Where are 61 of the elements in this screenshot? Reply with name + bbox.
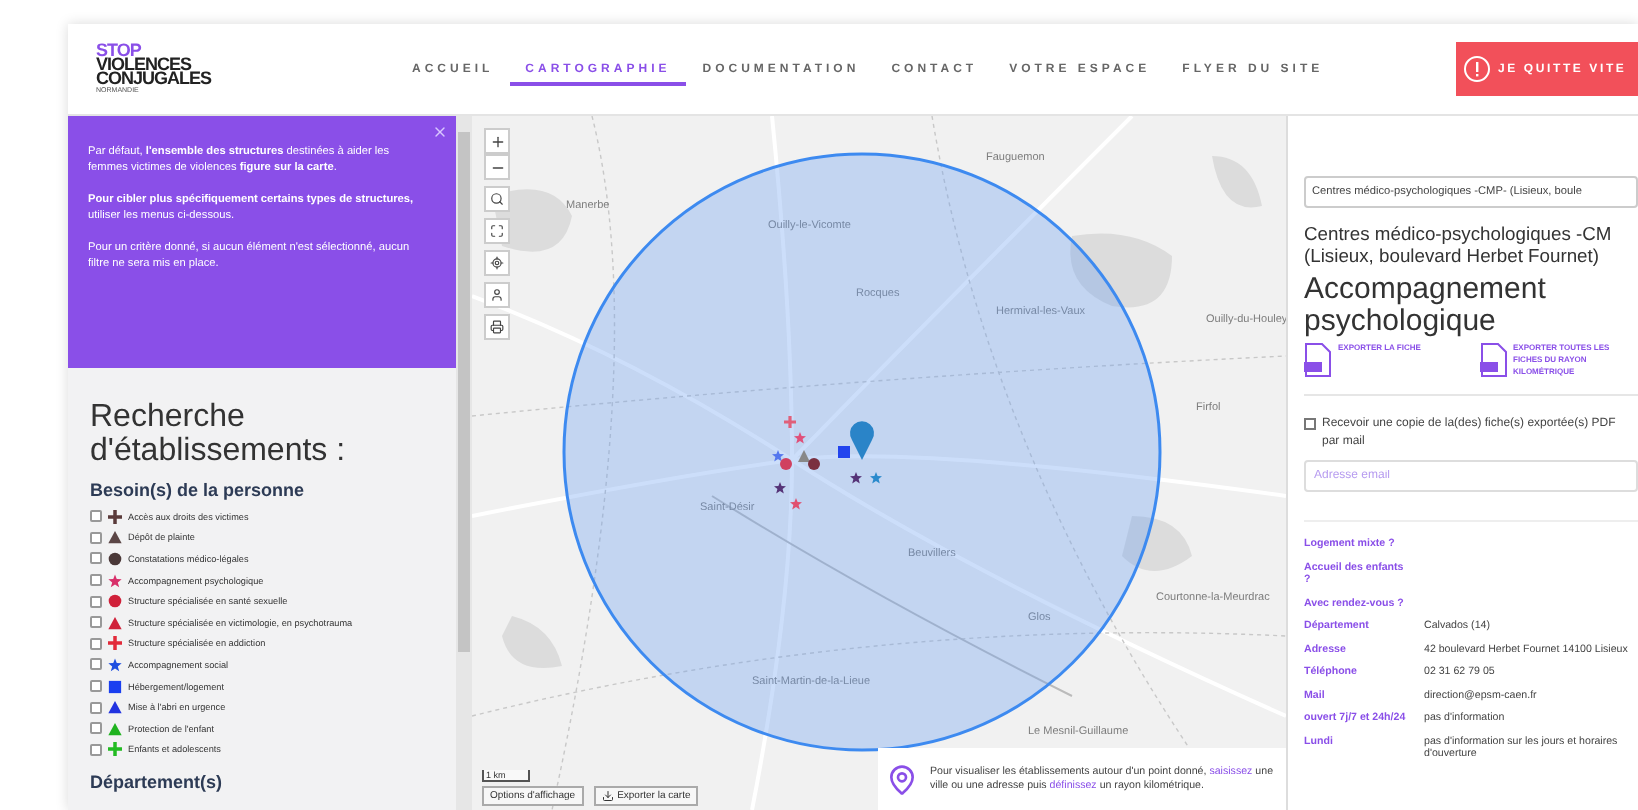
checkbox[interactable]: [90, 680, 102, 693]
locate-button[interactable]: [484, 250, 510, 276]
checkbox[interactable]: [90, 701, 102, 714]
map-pin-icon: [886, 763, 918, 795]
search-icon: [490, 192, 504, 206]
zoom-out-button[interactable]: [484, 154, 510, 180]
checkbox[interactable]: [90, 552, 102, 565]
checkbox[interactable]: [90, 616, 102, 629]
cross-icon: [108, 636, 122, 651]
circle-icon: [108, 594, 122, 609]
triangle-icon: [108, 530, 122, 545]
structure-title: (Lisieux, boulevard Herbet Fournet): [1304, 244, 1601, 266]
star-marker-icon[interactable]: [794, 432, 806, 444]
search-heading: Recherche d'établissements :: [90, 400, 348, 468]
person-icon: [490, 288, 504, 302]
star-icon: [108, 573, 122, 588]
print-icon: [490, 320, 504, 334]
checkbox[interactable]: [90, 595, 102, 608]
close-icon[interactable]: [432, 124, 448, 140]
square-icon: [108, 679, 122, 694]
pdf-file-icon: [1304, 342, 1332, 378]
pdf-file-icon: [1479, 342, 1507, 378]
star-marker-icon[interactable]: [870, 472, 882, 484]
star-icon: [108, 657, 122, 672]
fullscreen-button[interactable]: [484, 218, 510, 244]
checkbox[interactable]: [90, 743, 102, 756]
structure-title: Centres médico-psychologiques -CM: [1304, 222, 1614, 244]
triangle-icon: [108, 615, 122, 630]
circle-icon: [108, 551, 122, 566]
location-pin-icon[interactable]: [850, 421, 874, 460]
print-button[interactable]: [484, 314, 510, 340]
star-marker-icon[interactable]: [772, 450, 784, 462]
category-title: Accompagnement psychologique: [1304, 274, 1548, 338]
download-icon: [601, 790, 614, 802]
cross-marker-icon[interactable]: [784, 416, 796, 428]
triangle-marker-icon[interactable]: [798, 450, 810, 462]
checkbox[interactable]: [90, 658, 102, 671]
plus-icon: [489, 133, 505, 149]
zoom-in-button[interactable]: [484, 128, 510, 154]
fullscreen-icon: [490, 224, 504, 238]
section-heading: Département(s): [90, 772, 225, 793]
checkbox[interactable]: [90, 722, 102, 735]
cross-icon: [108, 509, 122, 524]
circle-marker-icon[interactable]: [808, 458, 820, 470]
checkbox[interactable]: [1304, 418, 1316, 430]
checkbox[interactable]: [90, 574, 102, 587]
cross-icon: [108, 742, 122, 757]
search-button[interactable]: [484, 186, 510, 212]
checkbox[interactable]: [90, 531, 102, 544]
circle-marker-icon[interactable]: [780, 458, 792, 470]
star-marker-icon[interactable]: [850, 472, 862, 484]
scrollbar-thumb[interactable]: [458, 132, 470, 652]
square-marker-icon[interactable]: [838, 446, 850, 458]
checkbox[interactable]: [90, 637, 102, 650]
person-button[interactable]: [484, 282, 510, 308]
alert-icon: [1464, 56, 1490, 82]
star-marker-icon[interactable]: [790, 498, 802, 510]
star-marker-icon[interactable]: [774, 482, 786, 494]
section-heading: Besoin(s) de la personne: [90, 480, 307, 500]
crosshair-icon: [490, 256, 504, 270]
checkbox[interactable]: [90, 510, 102, 523]
